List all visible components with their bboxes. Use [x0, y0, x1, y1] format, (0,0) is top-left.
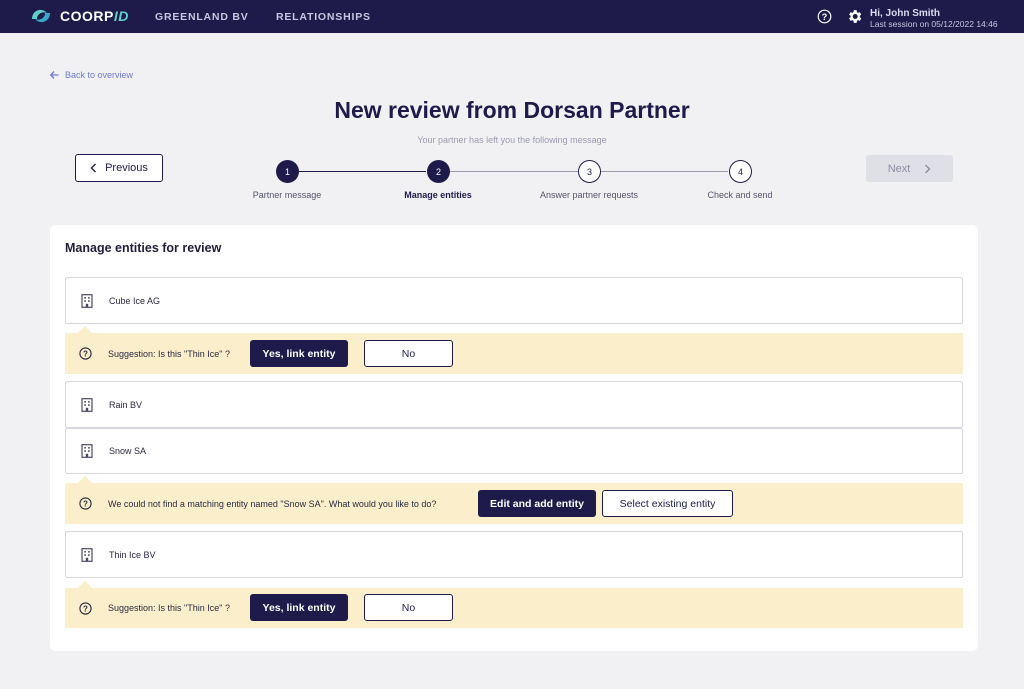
suggestion-bar: ? Suggestion: Is this "Thin Ice" ?: [65, 333, 963, 374]
page-subtitle: Your partner has left you the following …: [417, 135, 607, 145]
step-1-label: Partner message: [252, 190, 322, 200]
entity-row[interactable]: Rain BV: [65, 381, 963, 428]
stepper-connector: [600, 171, 728, 172]
card-title: Manage entities for review: [65, 241, 222, 255]
step-2-label: Manage entities: [404, 190, 472, 200]
svg-text:?: ?: [83, 604, 88, 613]
no-button[interactable]: No: [364, 594, 453, 621]
question-circle-icon: ?: [79, 601, 92, 615]
step-4-dot[interactable]: 4: [729, 160, 752, 183]
entity-name: Thin Ice BV: [109, 549, 156, 560]
next-label: Next: [887, 162, 911, 175]
building-icon: [81, 397, 93, 412]
coorpid-logo-icon: [32, 9, 50, 23]
suggestion-bar: ? Suggestion: Is this "Thin Ice" ?: [65, 588, 963, 628]
previous-label: Previous: [105, 162, 148, 174]
svg-text:?: ?: [83, 499, 88, 508]
suggestion-message: Suggestion: Is this "Thin Ice" ?: [108, 603, 230, 613]
back-arrow-icon: [50, 71, 59, 79]
next-button[interactable]: Next: [866, 155, 953, 182]
user-info[interactable]: Hi, John Smith Last session on 05/12/202…: [870, 8, 998, 29]
stepper-connector: [298, 171, 426, 172]
entity-name: Rain BV: [109, 399, 143, 410]
building-icon: [81, 293, 93, 308]
entity-row[interactable]: Snow SA: [65, 428, 963, 474]
building-icon: [81, 547, 93, 562]
chevron-left-icon: [90, 163, 97, 173]
building-icon: [81, 444, 93, 458]
help-icon[interactable]: ?: [817, 9, 832, 24]
stepper-connector: [449, 171, 578, 172]
entity-name: Cube Ice AG: [109, 295, 161, 306]
step-4-label: Check and send: [707, 190, 773, 200]
svg-text:?: ?: [83, 349, 88, 358]
entity-row[interactable]: Cube Ice AG: [65, 277, 963, 324]
chevron-right-icon: [925, 164, 931, 173]
page-title: New review from Dorsan Partner: [334, 97, 690, 123]
question-circle-icon: ?: [79, 497, 92, 510]
suggestion-message: Suggestion: Is this "Thin Ice" ?: [108, 348, 230, 359]
step-3-label: Answer partner requests: [539, 190, 639, 200]
user-greeting: Hi, John Smith: [870, 8, 940, 19]
suggestion-message: We could not find a matching entity name…: [108, 498, 437, 509]
svg-text:?: ?: [822, 12, 828, 22]
gear-icon[interactable]: [846, 8, 863, 25]
no-button[interactable]: No: [364, 340, 453, 367]
step-1-dot[interactable]: 1: [276, 160, 299, 183]
step-2-dot[interactable]: 2: [427, 160, 450, 183]
edit-and-add-entity-button[interactable]: Edit and add entity: [478, 490, 596, 517]
brand-name: COORPID: [60, 8, 129, 24]
top-navigation-bar: COORPID GREENLAND BV RELATIONSHIPS ? Hi,…: [0, 0, 1024, 33]
yes-link-entity-button[interactable]: Yes, link entity: [250, 340, 348, 367]
nav-greenland-bv[interactable]: GREENLAND BV: [155, 11, 249, 23]
question-circle-icon: ?: [79, 347, 92, 360]
previous-button[interactable]: Previous: [75, 154, 163, 182]
nav-relationships[interactable]: RELATIONSHIPS: [276, 11, 371, 23]
step-3-dot[interactable]: 3: [578, 160, 601, 183]
yes-link-entity-button[interactable]: Yes, link entity: [250, 594, 348, 621]
entity-row[interactable]: Thin Ice BV: [65, 531, 963, 578]
brand-logo[interactable]: COORPID: [28, 5, 129, 27]
back-to-overview-link[interactable]: Back to overview: [50, 70, 133, 80]
back-label: Back to overview: [65, 70, 134, 80]
last-session: Last session on 05/12/2022 14:46: [870, 19, 998, 29]
select-existing-entity-button[interactable]: Select existing entity: [602, 490, 733, 517]
entity-name: Snow SA: [109, 446, 147, 456]
